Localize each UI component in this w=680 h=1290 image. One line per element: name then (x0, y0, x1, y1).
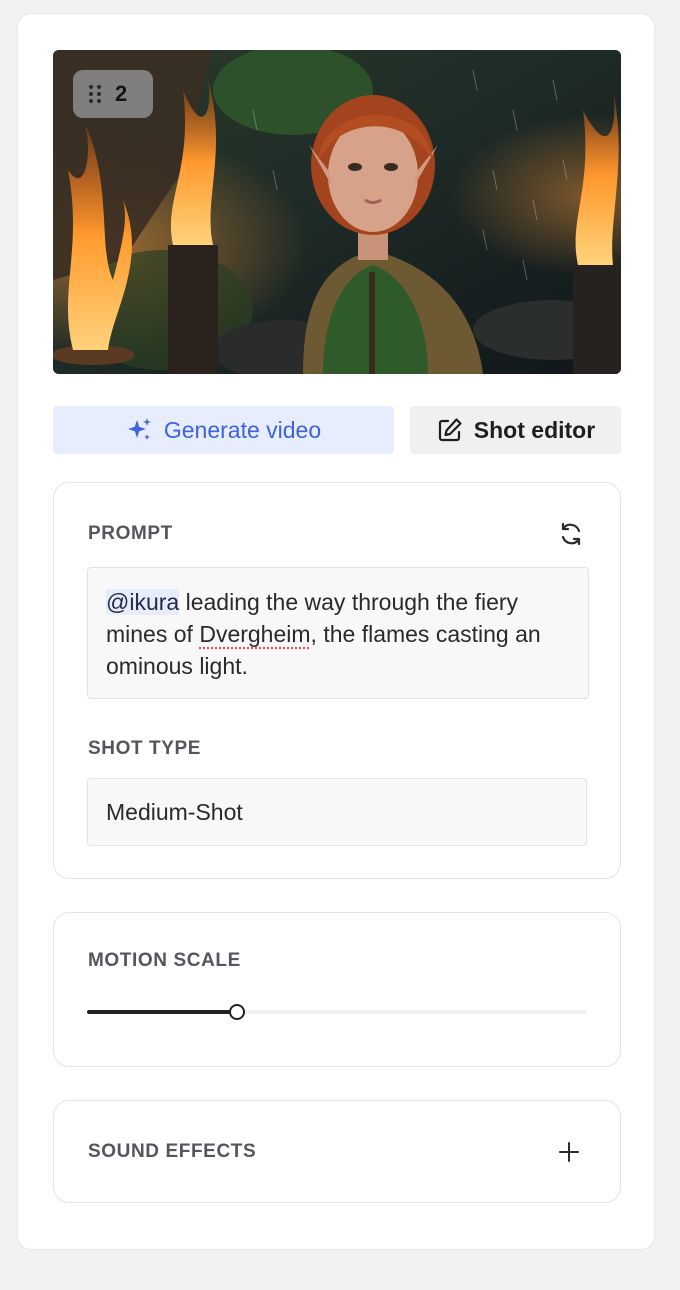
motion-scale-panel: MOTION SCALE (53, 912, 621, 1067)
sound-effects-label: SOUND EFFECTS (88, 1141, 257, 1162)
shot-number-badge[interactable]: 2 (73, 70, 153, 118)
sparkles-icon (127, 418, 151, 440)
prompt-input[interactable]: @ikura leading the way through the fiery… (87, 567, 589, 699)
shot-thumbnail[interactable]: 2 (53, 50, 621, 374)
shot-editor-button[interactable]: Shot editor (410, 406, 621, 454)
slider-fill (87, 1010, 237, 1014)
shot-number: 2 (115, 81, 128, 106)
shot-type-select[interactable]: Medium-Shot (87, 778, 587, 846)
slider-thumb[interactable] (229, 1004, 245, 1020)
sound-effects-panel[interactable]: SOUND EFFECTS (53, 1100, 621, 1203)
generate-video-button[interactable]: Generate video (53, 406, 394, 454)
refresh-icon[interactable] (558, 521, 584, 547)
character-mention[interactable]: @ikura (106, 589, 180, 615)
drag-handle-icon[interactable] (89, 85, 101, 103)
shot-editor-label: Shot editor (473, 416, 596, 443)
shot-type-value: Medium-Shot (106, 798, 243, 825)
generate-video-label: Generate video (163, 416, 322, 443)
edit-icon (438, 418, 462, 442)
prompt-panel: PROMPT @ikura leading the way through th… (53, 482, 621, 879)
prompt-label: PROMPT (88, 523, 173, 544)
motion-scale-slider[interactable] (87, 1003, 587, 1021)
shot-type-label: SHOT TYPE (88, 738, 202, 759)
misspelled-word: Dvergheim (199, 621, 311, 647)
plus-icon[interactable] (558, 1141, 580, 1163)
action-buttons: Generate video Shot editor (53, 406, 621, 454)
motion-scale-label: MOTION SCALE (88, 950, 241, 971)
shot-card: 2 Generate video Shot editor PROMPT @iku… (17, 13, 655, 1250)
